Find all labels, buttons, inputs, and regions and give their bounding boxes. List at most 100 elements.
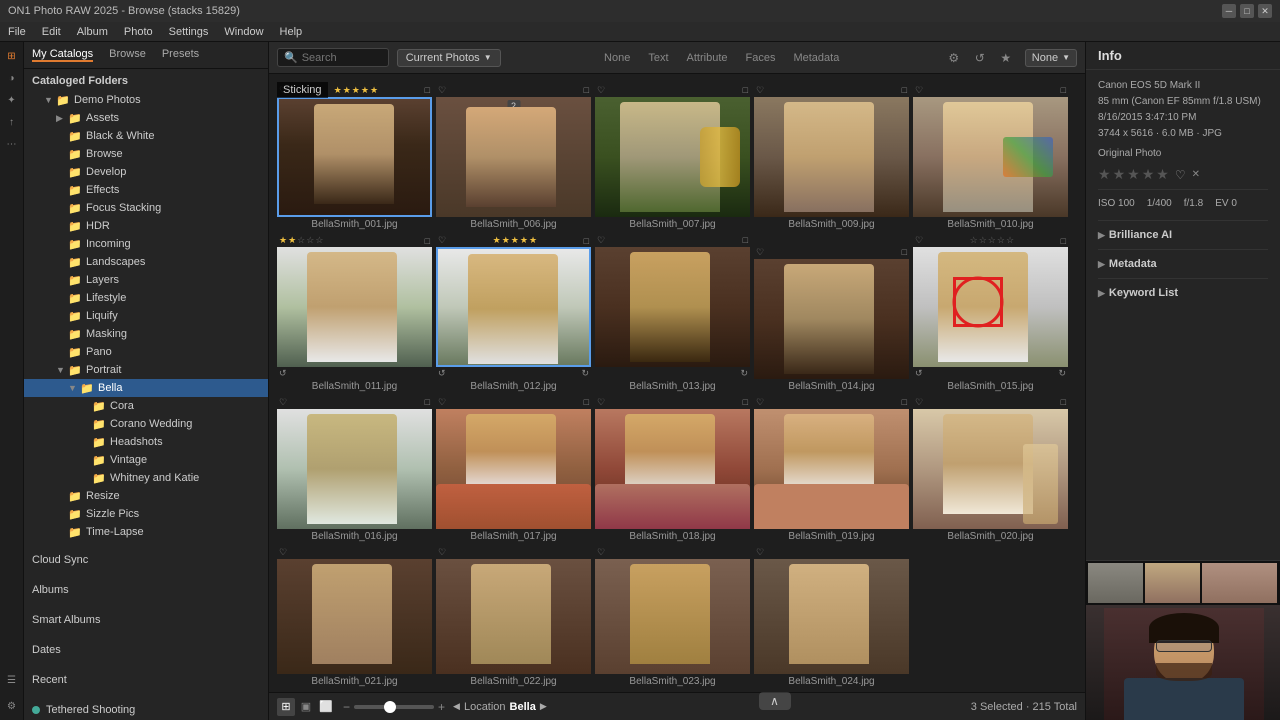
photo-cell-011[interactable]: ★★☆☆☆ □ ↺ BellaSmith_011.jpg [277,234,432,392]
close-button[interactable]: ✕ [1258,4,1272,18]
photo-cell-023[interactable]: ♡ BellaSmith_023.jpg [595,546,750,687]
sidebar-cloud-sync[interactable]: Cloud Sync [24,549,268,571]
bottom-icon-1[interactable]: ☰ [2,670,22,690]
star-4[interactable]: ★ [1142,166,1155,183]
photo-image-021[interactable] [277,559,432,674]
photo-image-022[interactable] [436,559,591,674]
zoom-thumb[interactable] [384,701,396,713]
star-2[interactable]: ★ [1113,166,1126,183]
sidebar-item-sizzle[interactable]: 📁 Sizzle Pics [24,505,268,523]
sidebar-browse[interactable]: Browse [109,48,146,62]
sidebar-item-pano[interactable]: 📁 Pano [24,343,268,361]
photo-cell-022[interactable]: ♡ BellaSmith_022.jpg [436,546,591,687]
photo-cell-014[interactable]: ♡ □ BellaSmith_014.jpg [754,246,909,392]
sidebar-dates[interactable]: Dates [24,639,268,661]
menu-settings[interactable]: Settings [169,26,209,38]
photo-image-019[interactable] [754,409,909,529]
photo-image-023[interactable] [595,559,750,674]
develop-icon[interactable]: ◑ [2,68,22,88]
photo-cell-001[interactable]: ♡ ★★★★★ □ BellaSmith_001.jpg [277,84,432,230]
photo-image-024[interactable] [754,559,909,674]
photo-cell-012[interactable]: ♡ ★★★★★ □ ↺ ↻ BellaS [436,234,591,392]
sidebar-my-catalogs[interactable]: My Catalogs [32,48,93,62]
refresh-icon[interactable]: ↺ [969,47,991,69]
compare-view-icon[interactable]: ⬜ [317,698,335,716]
photo-image-014[interactable] [754,259,909,379]
photo-image-018[interactable] [595,409,750,529]
filter-tab-none[interactable]: None [596,50,638,66]
photo-image-010[interactable] [913,97,1068,217]
photo-cell-009[interactable]: ♡ □ BellaSmith_009.jpg [754,84,909,230]
maximize-button[interactable]: □ [1240,4,1254,18]
sidebar-item-browse[interactable]: 📁 Browse [24,145,268,163]
zoom-track[interactable] [354,705,434,709]
photo-image-009[interactable] [754,97,909,217]
photo-image-017[interactable] [436,409,591,529]
search-input[interactable] [302,52,382,64]
photo-image-007[interactable] [595,97,750,217]
photo-cell-024[interactable]: ♡ BellaSmith_024.jpg [754,546,909,687]
brilliance-title[interactable]: ▶ Brilliance AI [1098,225,1268,245]
search-box[interactable]: 🔍 [277,48,389,67]
photo-image-012[interactable] [436,247,591,367]
sidebar-item-layers[interactable]: 📁 Layers [24,271,268,289]
star-1[interactable]: ★ [1098,166,1111,183]
export-icon[interactable]: ↑ [2,112,22,132]
photo-cell-017[interactable]: ♡ □ BellaSmith_017.jpg [436,396,591,542]
rotate-015[interactable]: ↺ [915,368,923,379]
sidebar-item-corano-wedding[interactable]: 📁 Corano Wedding [24,415,268,433]
photo-cell-019[interactable]: ♡ □ BellaSmith_019.jpg [754,396,909,542]
sidebar-item-masking[interactable]: 📁 Masking [24,325,268,343]
photo-image-001[interactable] [277,97,432,217]
bottom-icon-2[interactable]: ⚙ [2,696,22,716]
keyword-title[interactable]: ▶ Keyword List [1098,283,1268,303]
menu-file[interactable]: File [8,26,26,38]
sidebar-item-cora[interactable]: 📁 Cora [24,397,268,415]
sidebar-item-demo-photos[interactable]: ▼ 📁 Demo Photos [24,91,268,109]
rotate-right-012[interactable]: ↻ [581,368,589,379]
sidebar-item-whitney[interactable]: 📁 Whitney and Katie [24,469,268,487]
photo-image-016[interactable] [277,409,432,529]
rotate-left-012[interactable]: ↺ [438,368,446,379]
menu-window[interactable]: Window [224,26,263,38]
filter-tab-text[interactable]: Text [640,50,676,66]
photo-cell-006[interactable]: ♡ □ 2 BellaSmith_006.jpg [436,84,591,230]
sidebar-item-bella[interactable]: ▼ 📁 Bella [24,379,268,397]
sidebar-item-develop[interactable]: 📁 Develop [24,163,268,181]
sidebar-item-effects[interactable]: 📁 Effects [24,181,268,199]
settings-icon[interactable]: ⚙ [943,47,965,69]
rotate-013[interactable]: ↻ [740,368,748,379]
star-3[interactable]: ★ [1127,166,1140,183]
sidebar-item-hdr[interactable]: 📁 HDR [24,217,268,235]
sidebar-item-timelapse[interactable]: 📁 Time-Lapse [24,523,268,541]
minimize-button[interactable]: ─ [1222,4,1236,18]
photo-cell-018[interactable]: ♡ □ BellaSmith_018.jpg [595,396,750,542]
menu-help[interactable]: Help [280,26,303,38]
photo-image-006[interactable]: 2 [436,97,591,217]
sidebar-item-lifestyle[interactable]: 📁 Lifestyle [24,289,268,307]
photo-image-015[interactable] [913,247,1068,367]
photo-cell-020[interactable]: ♡ □ BellaSmith_020.jpg [913,396,1068,542]
metadata-title[interactable]: ▶ Metadata [1098,254,1268,274]
rotate-right-015[interactable]: ↻ [1058,368,1066,379]
info-heart-button[interactable]: ♡ [1175,168,1186,182]
sidebar-recent[interactable]: Recent [24,669,268,691]
current-photos-button[interactable]: Current Photos ▼ [397,49,501,67]
star-5[interactable]: ★ [1156,166,1169,183]
sidebar-item-vintage[interactable]: 📁 Vintage [24,451,268,469]
photo-image-011[interactable] [277,247,432,367]
sidebar-item-headshots[interactable]: 📁 Headshots [24,433,268,451]
none-dropdown[interactable]: None ▼ [1025,49,1077,67]
photo-cell-010[interactable]: ♡ □ BellaSmith_010.jpg [913,84,1068,230]
filter-tab-attribute[interactable]: Attribute [679,50,736,66]
photo-cell-013[interactable]: ♡ □ ↻ BellaSmith_013.jpg [595,234,750,392]
single-view-icon[interactable]: ▣ [297,698,315,716]
location-arrow-right[interactable]: ▶ [540,701,547,712]
photo-cell-021[interactable]: ♡ BellaSmith_021.jpg [277,546,432,687]
photo-image-013[interactable] [595,247,750,367]
menu-photo[interactable]: Photo [124,26,153,38]
menu-album[interactable]: Album [77,26,108,38]
photo-cell-016[interactable]: ♡ □ BellaSmith_016.jpg [277,396,432,542]
titlebar-controls[interactable]: ─ □ ✕ [1222,4,1272,18]
zoom-minus-button[interactable]: − [343,700,350,714]
